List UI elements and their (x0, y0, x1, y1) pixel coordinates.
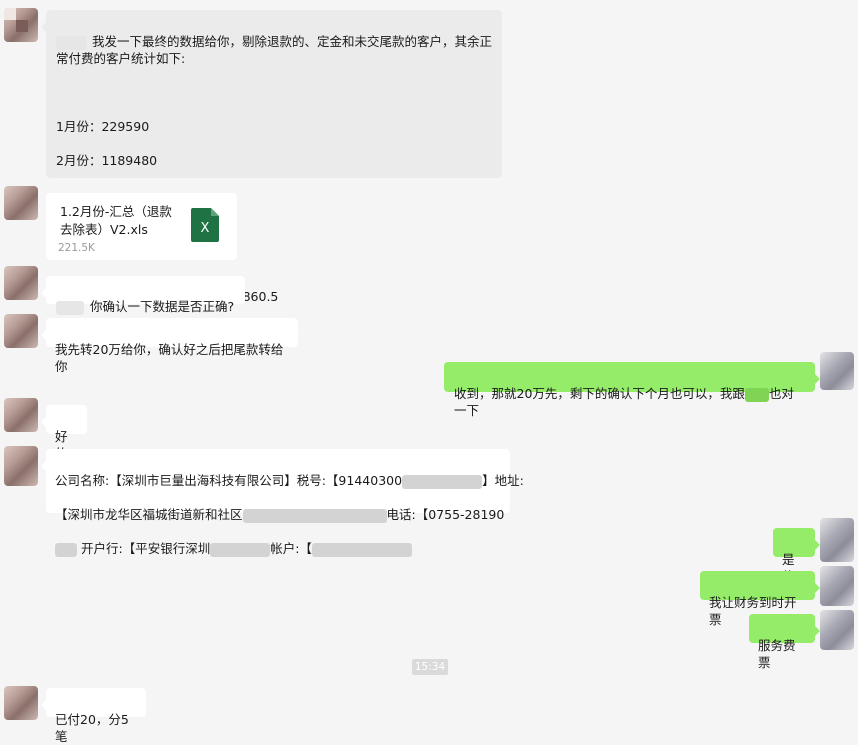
message-bubble-outgoing[interactable]: 我让财务到时开票 (700, 571, 820, 627)
contact-avatar[interactable] (4, 266, 38, 300)
blurred-text (311, 542, 412, 557)
message-bubble[interactable]: 你确认一下数据是否正确? (41, 276, 245, 315)
blurred-mention (744, 387, 769, 402)
blurred-text (55, 542, 77, 557)
message-text: 公司名称:【深圳市巨量出海科技有限公司】税号:【91440300 (55, 473, 403, 488)
message-text: 我发一下最终的数据给你，剔除退款的、定金和未交尾款的客户，其余正常付费的客户统计… (56, 34, 493, 66)
contact-avatar[interactable] (4, 8, 38, 42)
message-text: 收到，那就20万先，剩下的确认下个月也可以，我跟 (454, 386, 745, 401)
message-text: 帐户:【 (270, 541, 312, 556)
my-avatar[interactable] (820, 518, 854, 562)
message-text: 服务费票 (758, 638, 796, 670)
message-bubble-outgoing[interactable]: 服务费票 (749, 614, 820, 670)
blurred-mention (56, 35, 86, 50)
excel-file-icon: X (191, 208, 219, 242)
my-avatar[interactable] (820, 610, 854, 650)
svg-text:X: X (201, 221, 210, 236)
message-text: 已付20，分5笔 (55, 712, 129, 744)
message-bubble[interactable]: 我先转20万给你，确认好之后把尾款转给你 (41, 318, 298, 374)
contact-avatar[interactable] (4, 446, 38, 486)
blurred-text (210, 542, 271, 557)
contact-avatar[interactable] (4, 186, 38, 220)
contact-avatar[interactable] (4, 398, 38, 432)
message-text: 1月份：229590 (56, 119, 150, 134)
message-text: 【深圳市龙华区福城街道新和社区 (55, 507, 243, 522)
message-bubble[interactable]: 已付20，分5笔 (41, 688, 146, 744)
file-attachment[interactable]: 1.2月份-汇总（退款去除表）V2.xls 221.5K X (46, 193, 237, 260)
message-text: 】地址: (482, 473, 524, 488)
contact-avatar[interactable] (4, 314, 38, 348)
my-avatar[interactable] (820, 566, 854, 606)
message-text: 你确认一下数据是否正确? (90, 299, 235, 314)
message-text: 开户行:【平安银行深圳 (81, 541, 211, 556)
blurred-text (242, 508, 387, 523)
message-text: 我先转20万给你，确认好之后把尾款转给你 (55, 342, 284, 374)
message-bubble[interactable]: 好的 (41, 405, 87, 461)
message-text: 电话:【0755-28190 (386, 507, 505, 522)
message-bubble-outgoing[interactable]: 是的 (773, 528, 820, 584)
message-text: 2月份：1189480 (56, 153, 158, 168)
my-avatar[interactable] (820, 352, 854, 390)
timestamp: 15:34 (412, 659, 448, 675)
message-bubble-outgoing[interactable]: 收到，那就20万先，剩下的确认下个月也可以，我跟 也对一下 (444, 362, 820, 418)
message-bubble[interactable]: 我发一下最终的数据给你，剔除退款的、定金和未交尾款的客户，其余正常付费的客户统计… (41, 10, 502, 304)
contact-avatar[interactable] (4, 686, 38, 720)
file-name: 1.2月份-汇总（退款去除表）V2.xls (60, 204, 172, 237)
blurred-mention (56, 300, 84, 315)
file-size: 221.5K (58, 242, 95, 254)
message-bubble[interactable]: 公司名称:【深圳市巨量出海科技有限公司】税号:【91440300 】地址: 【深圳… (41, 449, 524, 557)
blurred-text (402, 474, 483, 489)
